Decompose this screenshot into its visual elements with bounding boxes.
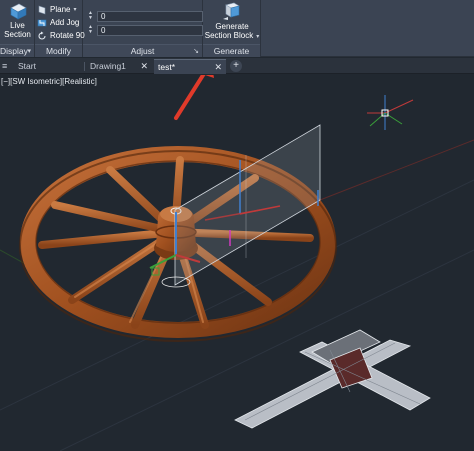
adjust-field-1[interactable]: ▲ ▼ 0 [86,10,203,22]
spinner-arrows-icon[interactable]: ▲ ▼ [86,11,95,21]
tab-start[interactable]: Start [14,59,82,74]
adjust-field-2-input[interactable]: 0 [97,24,203,36]
panel-expand-icon[interactable]: ▾ [27,45,31,58]
add-jog-icon [37,19,47,26]
adjust-field-2[interactable]: ▲ ▼ 0 [86,24,203,36]
generate-panel-title-text: Generate [213,46,250,56]
generate-panel: Generate Section Block ▾ Generate [203,0,261,57]
live-section-button[interactable]: Live Section [1,2,34,39]
plane-label: Plane [50,5,71,14]
rotate-90-button[interactable]: Rotate 90 [37,29,85,42]
rotate-90-label: Rotate 90 [50,31,85,40]
modify-panel-title-text: Modify [45,46,72,56]
live-section-label-2: Section [4,30,31,39]
generate-section-block-button[interactable]: Generate Section Block ▾ [203,2,261,42]
tab-drawing1[interactable]: Drawing1 ✕ [86,59,152,74]
generate-label-2: Section Block ▾ [203,31,261,42]
tab-test[interactable]: test* ✕ [154,59,226,74]
live-section-icon [9,3,27,20]
spinner-arrows-icon[interactable]: ▲ ▼ [86,25,95,35]
plus-icon: + [233,60,239,71]
tab-drawing1-label: Drawing1 [90,61,126,71]
generate-label-2-text: Section Block [204,31,254,40]
annotation-arrow [174,75,214,120]
add-jog-button[interactable]: Add Jog [37,16,79,29]
adjust-field-1-input[interactable]: 0 [97,10,203,22]
ucs-crosshair-icon [367,95,414,130]
generate-panel-title: Generate [203,44,260,57]
tab-menu-icon[interactable]: ≡ [2,61,12,71]
display-panel-title-text: Display [0,46,28,56]
close-icon[interactable]: ✕ [140,59,148,74]
ribbon: Live Section Display ▾ Modify Plane ▾ Ad… [0,0,474,57]
new-tab-button[interactable]: + [230,60,242,72]
generate-label-1: Generate [215,22,249,31]
add-jog-label: Add Jog [50,18,80,27]
adjust-panel-title[interactable]: Adjust ↘ [83,44,202,57]
generate-section-block-icon [223,2,240,20]
live-section-label-1: Live [10,21,25,30]
dialog-launcher-icon[interactable]: ↘ [193,45,199,58]
tab-start-label: Start [18,61,36,71]
modify-panel-title: Modify [35,44,82,57]
adjust-panel-title-text: Adjust [130,46,155,56]
section-block-model[interactable] [234,329,431,429]
chevron-down-icon: ▾ [256,34,260,40]
display-panel: Live Section Display ▾ [0,0,35,57]
plane-button[interactable]: Plane ▾ [37,3,76,16]
drawing-viewport[interactable]: [−][SW Isometric][Realistic] [0,75,474,451]
viewport-controls-label[interactable]: [−][SW Isometric][Realistic] [1,77,97,86]
tab-divider [84,62,85,71]
display-panel-title[interactable]: Display ▾ [0,44,34,57]
document-tab-bar: ≡ Start Drawing1 ✕ test* ✕ + [0,58,474,74]
model-scene[interactable] [0,75,474,451]
chevron-down-icon: ▾ [73,7,77,13]
tab-test-label: test* [158,62,176,72]
plane-icon [38,5,46,14]
close-icon[interactable]: ✕ [214,60,222,75]
rotate-90-icon [38,31,46,40]
